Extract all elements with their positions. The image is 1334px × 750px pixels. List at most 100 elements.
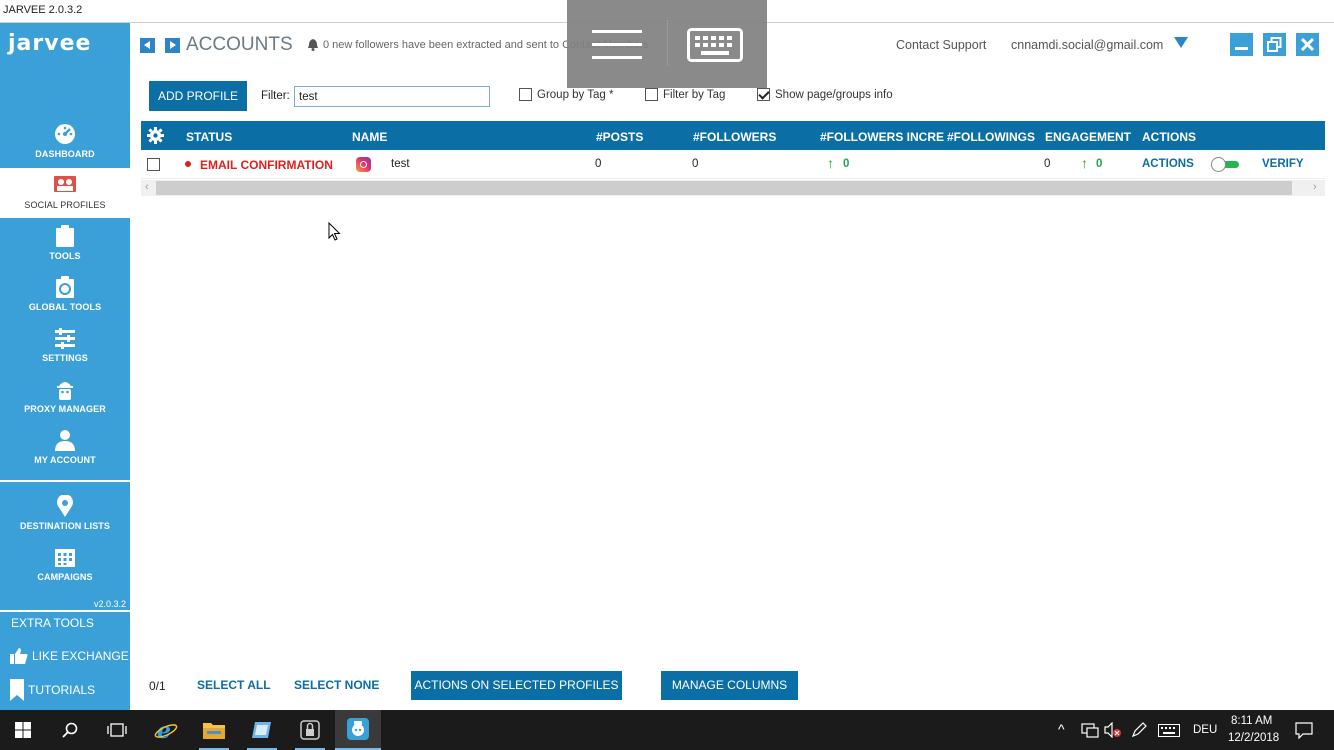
column-header-followers-increase[interactable]: #FOLLOWERS INCREA xyxy=(820,130,944,144)
sidebar-item-campaigns[interactable]: CAMPAIGNS xyxy=(0,540,130,590)
account-dropdown-icon[interactable] xyxy=(1174,37,1188,48)
page-title: ACCOUNTS xyxy=(186,34,293,55)
engagement-value: 0 xyxy=(1096,158,1103,170)
select-all-link[interactable]: SELECT ALL xyxy=(197,678,271,692)
add-profile-button[interactable]: ADD PROFILE xyxy=(149,81,247,111)
scroll-right-icon[interactable]: › xyxy=(1313,181,1317,193)
group-by-tag-checkbox[interactable]: Group by Tag * xyxy=(519,88,614,101)
profile-name[interactable]: test xyxy=(391,158,410,170)
sidebar-item-my-account[interactable]: MY ACCOUNT xyxy=(0,423,130,473)
sidebar-item-destination-lists[interactable]: DESTINATION LISTS xyxy=(0,489,130,539)
show-hidden-icons-chevron-icon[interactable]: ^ xyxy=(1058,721,1065,737)
checkbox-box[interactable] xyxy=(645,88,658,101)
checkbox-box[interactable] xyxy=(757,88,770,101)
start-button[interactable] xyxy=(0,710,46,750)
task-view-button[interactable] xyxy=(94,710,140,750)
contact-support-link[interactable]: Contact Support xyxy=(896,38,986,52)
jarvee-app-icon xyxy=(347,718,369,740)
sidebar-item-settings[interactable]: SETTINGS xyxy=(0,321,130,371)
dashboard-icon xyxy=(55,124,75,144)
hamburger-menu-icon[interactable] xyxy=(592,30,642,60)
like-exchange-label: LIKE EXCHANGE xyxy=(32,649,129,663)
column-header-engagement[interactable]: ENGAGEMENT xyxy=(1045,130,1131,144)
network-icon[interactable] xyxy=(1081,722,1099,738)
table-row[interactable]: EMAIL CONFIRMATION test 0 0 ↑ 0 0 ↑ 0 AC… xyxy=(141,150,1325,179)
sidebar-item-tools[interactable]: TOOLS xyxy=(0,219,130,269)
back-arrow-button[interactable] xyxy=(140,38,155,53)
profile-enable-toggle[interactable] xyxy=(1211,157,1239,172)
sidebar-divider xyxy=(0,610,130,612)
search-button[interactable] xyxy=(47,710,93,750)
verify-link[interactable]: VERIFY xyxy=(1262,158,1304,170)
followers-value: 0 xyxy=(692,158,699,170)
close-button[interactable] xyxy=(1296,33,1319,56)
followers-increase-value: 0 xyxy=(843,158,850,170)
sidebar-item-dashboard[interactable]: DASHBOARD xyxy=(0,117,130,167)
actions-link[interactable]: ACTIONS xyxy=(1142,158,1194,170)
row-checkbox[interactable] xyxy=(147,158,160,171)
arrow-up-icon: ↑ xyxy=(1081,155,1088,171)
tutorials-link[interactable]: TUTORIALS xyxy=(10,679,95,701)
filter-input[interactable] xyxy=(294,86,490,107)
column-header-posts[interactable]: #POSTS xyxy=(596,130,643,144)
file-explorer-button[interactable] xyxy=(191,710,237,750)
bookmark-icon xyxy=(10,679,24,701)
horizontal-scrollbar[interactable]: ‹ › xyxy=(141,180,1325,196)
show-page-groups-info-checkbox[interactable]: Show page/groups info xyxy=(757,88,893,101)
lock-icon xyxy=(300,720,320,740)
thumbs-up-icon xyxy=(10,648,28,664)
settings-icon xyxy=(55,328,75,349)
manage-columns-button[interactable]: MANAGE COLUMNS xyxy=(661,671,798,700)
sidebar-item-global-tools[interactable]: GLOBAL TOOLS xyxy=(0,270,130,320)
minimize-button[interactable] xyxy=(1230,33,1253,56)
clock-time[interactable]: 8:11 AM xyxy=(1231,715,1272,727)
filter-by-tag-checkbox[interactable]: Filter by Tag xyxy=(645,88,725,101)
account-email[interactable]: cnnamdi.social@gmail.com xyxy=(1011,38,1163,52)
sidebar-divider xyxy=(0,480,130,482)
pen-icon[interactable] xyxy=(1131,722,1147,738)
global-tools-icon xyxy=(56,276,74,298)
internet-explorer-button[interactable]: e xyxy=(143,710,189,750)
sidebar-item-social-profiles[interactable]: SOCIAL PROFILES xyxy=(0,168,130,218)
toggle-knob xyxy=(1211,157,1226,172)
column-header-followings[interactable]: #FOLLOWINGS xyxy=(947,130,1035,144)
forward-arrow-button[interactable] xyxy=(165,38,180,53)
touch-keyboard-icon[interactable] xyxy=(1158,724,1180,737)
folder-icon xyxy=(203,723,225,739)
clock-date[interactable]: 12/2/2018 xyxy=(1228,732,1279,744)
scroll-left-icon[interactable]: ‹ xyxy=(145,181,149,193)
select-none-link[interactable]: SELECT NONE xyxy=(294,678,379,692)
tutorials-label: TUTORIALS xyxy=(28,683,96,697)
proxy-manager-icon xyxy=(57,382,73,400)
action-center-icon[interactable] xyxy=(1295,722,1313,739)
column-header-actions[interactable]: ACTIONS xyxy=(1142,130,1196,144)
version-label: v2.0.3.2 xyxy=(93,599,126,609)
close-icon xyxy=(1301,38,1314,51)
tools-icon xyxy=(56,225,74,247)
mouse-cursor-icon xyxy=(328,222,341,241)
like-exchange-link[interactable]: LIKE EXCHANGE xyxy=(10,648,129,664)
arrow-up-icon: ↑ xyxy=(827,155,834,171)
task-view-icon xyxy=(107,723,127,737)
search-icon xyxy=(62,722,78,738)
volume-muted-icon[interactable] xyxy=(1104,722,1122,738)
sidebar-item-label: SETTINGS xyxy=(42,353,88,363)
gear-icon[interactable] xyxy=(147,127,164,144)
keyboard-icon[interactable] xyxy=(687,28,743,62)
sidebar-item-label: GLOBAL TOOLS xyxy=(28,302,102,312)
column-header-status[interactable]: STATUS xyxy=(186,130,232,144)
group-by-tag-label: Group by Tag * xyxy=(537,88,614,101)
scrollbar-thumb[interactable] xyxy=(156,181,1292,195)
column-header-name[interactable]: NAME xyxy=(352,130,387,144)
restore-button[interactable] xyxy=(1263,33,1286,56)
input-language[interactable]: DEU xyxy=(1193,724,1217,736)
sidebar-item-proxy-manager[interactable]: PROXY MANAGER xyxy=(0,372,130,422)
column-header-followers[interactable]: #FOLLOWERS xyxy=(693,130,776,144)
sidebar-item-label: DASHBOARD xyxy=(35,149,95,159)
jarvee-taskbar-button[interactable] xyxy=(335,710,381,750)
checkbox-box[interactable] xyxy=(519,88,532,101)
notes-app-button[interactable] xyxy=(239,710,285,750)
actions-on-selected-profiles-button[interactable]: ACTIONS ON SELECTED PROFILES xyxy=(411,671,622,700)
lock-app-button[interactable] xyxy=(287,710,333,750)
followings-value: 0 xyxy=(1044,158,1051,170)
